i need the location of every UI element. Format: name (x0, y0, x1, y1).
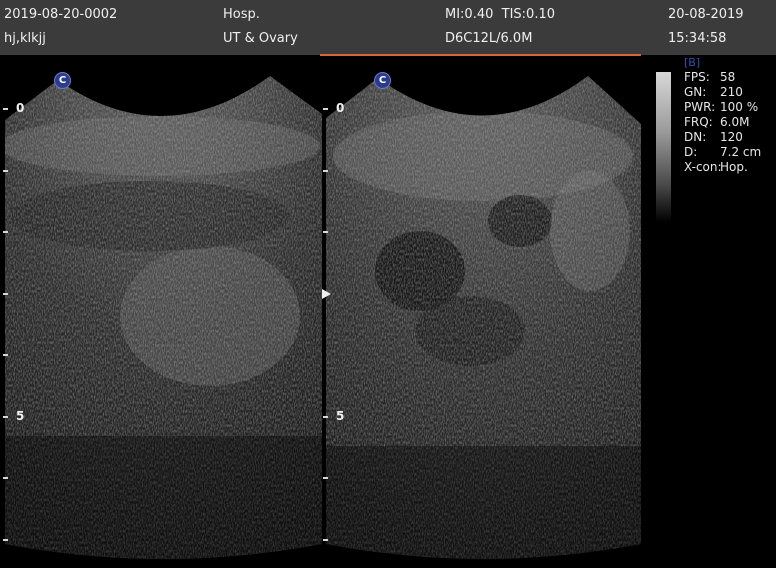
exam-date: 20-08-2019 (668, 7, 744, 22)
left-depth-label-0: 0 (16, 101, 25, 115)
focus-marker-icon[interactable] (322, 289, 331, 299)
parameter-value: 7.2 cm (720, 145, 762, 159)
left-depth-tick (3, 354, 8, 356)
parameter-key: PWR: (684, 100, 716, 114)
ultrasound-images (5, 76, 641, 559)
right-orientation-badge: C (374, 72, 391, 89)
parameter-row: FRQ: 6.0M (684, 115, 749, 129)
parameter-key: FPS: (684, 70, 710, 84)
parameter-key: X-con: (684, 160, 722, 174)
parameter-value: 120 (720, 130, 743, 144)
patient-id: 2019-08-20-0002 (4, 7, 118, 22)
exam-time: 15:34:58 (668, 31, 727, 46)
left-depth-label-5: 5 (16, 409, 25, 423)
institution: Hosp. (223, 7, 260, 22)
parameter-row: D: 7.2 cm (684, 145, 761, 159)
left-depth-tick (3, 539, 8, 541)
left-depth-tick (3, 293, 8, 295)
probe-info: D6C12L/6.0M (445, 31, 533, 46)
parameter-key: FRQ: (684, 115, 713, 129)
parameter-key: DN: (684, 130, 707, 144)
left-depth-tick (3, 416, 8, 418)
parameter-key: GN: (684, 85, 707, 99)
header-bar: 2019-08-20-0002 hj,klkjj Hosp. UT & Ovar… (0, 0, 776, 55)
safety-indices: MI:0.40 TIS:0.10 (445, 7, 555, 22)
right-ultrasound-image (326, 76, 641, 559)
parameter-value: 210 (720, 85, 743, 99)
parameter-value: 6.0M (720, 115, 750, 129)
right-depth-tick (323, 416, 328, 418)
parameter-value: 58 (720, 70, 736, 84)
left-depth-tick (3, 170, 8, 172)
parameter-row: X-con:Hop. (684, 160, 748, 174)
right-depth-label-5: 5 (336, 409, 345, 423)
right-depth-tick (323, 108, 328, 110)
parameter-key: D: (684, 145, 698, 159)
left-depth-tick (3, 477, 8, 479)
patient-name: hj,klkjj (4, 31, 46, 46)
left-depth-tick (3, 108, 8, 110)
exam-type: UT & Ovary (223, 31, 298, 46)
left-depth-tick (3, 231, 8, 233)
right-depth-tick (323, 231, 328, 233)
grayscale-bar (656, 72, 671, 222)
ultrasound-image-area[interactable]: C 0 5 C 0 5 (0, 56, 645, 568)
parameter-value: Hop. (720, 160, 748, 174)
parameter-row: GN: 210 (684, 85, 743, 99)
parameter-value: 100 % (720, 100, 759, 114)
right-depth-tick (323, 477, 328, 479)
left-orientation-badge: C (54, 72, 71, 89)
parameter-row: FPS: 58 (684, 70, 735, 84)
parameter-row: DN: 120 (684, 130, 743, 144)
right-depth-tick (323, 539, 328, 541)
parameter-row: PWR: 100 % (684, 100, 758, 114)
right-depth-label-0: 0 (336, 101, 345, 115)
right-depth-tick (323, 170, 328, 172)
imaging-mode-label: [B] (684, 56, 701, 69)
left-ultrasound-image (5, 76, 322, 559)
